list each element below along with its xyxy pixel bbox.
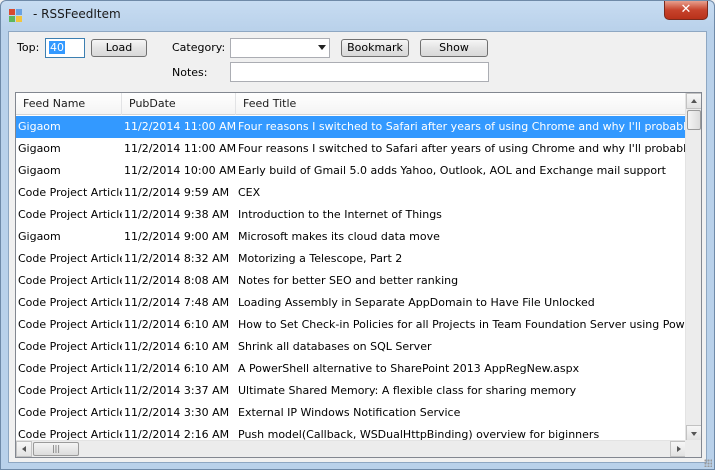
table-row[interactable]: Gigaom 11/2/2014 11:00 AM Four reasons I s… (16, 116, 686, 138)
pubdate-cell: 11/2/2014 6:10 AM (124, 318, 230, 331)
table-row[interactable]: Gigaom 11/2/2014 10:00 AM Early build of G… (16, 160, 686, 182)
pubdate-cell: 11/2/2014 8:08 AM (124, 274, 230, 287)
column-header-feed-name[interactable]: Feed Name (16, 93, 122, 115)
bookmark-button[interactable]: Bookmark (341, 39, 409, 57)
feed-title-cell: Microsoft makes its cloud data move (238, 230, 440, 243)
table-row[interactable]: Code Project Articles 11/2/2014 9:38 AM In… (16, 204, 686, 226)
category-combobox[interactable] (230, 38, 330, 58)
application-window: - RSSFeedItem ✕ Top: 40 Load Category: B… (0, 0, 715, 470)
feed-name-cell: Gigaom (18, 120, 61, 133)
pubdate-cell: 11/2/2014 6:10 AM (124, 362, 230, 375)
resize-grip-icon[interactable] (704, 459, 712, 467)
pubdate-cell: 11/2/2014 9:59 AM (124, 186, 230, 199)
app-icon (9, 9, 23, 23)
feed-name-cell: Code Project Articles (18, 384, 122, 397)
top-input[interactable]: 40 (45, 38, 85, 58)
table-row[interactable]: Code Project Articles 11/2/2014 6:10 AM Ho… (16, 314, 686, 336)
feed-name-cell: Gigaom (18, 230, 61, 243)
pubdate-cell: 11/2/2014 9:00 AM (124, 230, 230, 243)
feed-title-cell: Ultimate Shared Memory: A flexible class… (238, 384, 577, 397)
feed-name-cell: Code Project Articles (18, 274, 122, 287)
table-row[interactable]: Code Project Articles 11/2/2014 8:08 AM No… (16, 270, 686, 292)
feed-title-cell: Notes for better SEO and better ranking (238, 274, 459, 287)
feed-name-cell: Gigaom (18, 164, 61, 177)
pubdate-cell: 11/2/2014 10:00 AM (124, 164, 236, 177)
list-header: Feed Name PubDate Feed Title (16, 93, 686, 115)
close-icon: ✕ (680, 2, 692, 17)
feed-title-cell: Four reasons I switched to Safari after … (238, 142, 686, 155)
column-header-feed-title[interactable]: Feed Title (236, 93, 686, 115)
arrow-left-icon (22, 446, 26, 452)
scrollbar-corner (685, 440, 701, 457)
pubdate-cell: 11/2/2014 11:00 AM (124, 142, 236, 155)
scroll-down-button[interactable] (686, 425, 701, 441)
scroll-up-button[interactable] (686, 93, 701, 109)
feed-title-cell: CEX (238, 186, 261, 199)
arrow-up-icon (691, 99, 697, 103)
table-row[interactable]: Code Project Articles 11/2/2014 6:10 AM A … (16, 358, 686, 380)
pubdate-cell: 11/2/2014 8:32 AM (124, 252, 230, 265)
horizontal-scroll-thumb[interactable]: ||| (33, 442, 79, 456)
feed-title-cell: External IP Windows Notification Service (238, 406, 461, 419)
pubdate-cell: 11/2/2014 3:37 AM (124, 384, 230, 397)
table-row[interactable]: Code Project Articles 11/2/2014 6:10 AM Sh… (16, 336, 686, 358)
feed-title-cell: Loading Assembly in Separate AppDomain t… (238, 296, 595, 309)
notes-label: Notes: (172, 66, 208, 79)
table-row[interactable]: Gigaom 11/2/2014 9:00 AM Microsoft makes i… (16, 226, 686, 248)
pubdate-cell: 11/2/2014 6:10 AM (124, 340, 230, 353)
table-row[interactable]: Code Project Articles 11/2/2014 8:32 AM Mo… (16, 248, 686, 270)
title-bar[interactable]: - RSSFeedItem ✕ (1, 1, 714, 31)
arrow-right-icon (677, 446, 681, 452)
feed-title-cell: A PowerShell alternative to SharePoint 2… (238, 362, 580, 375)
close-button[interactable]: ✕ (664, 1, 708, 20)
feed-name-cell: Code Project Articles (18, 186, 122, 199)
list-rows: Gigaom 11/2/2014 11:00 AM Four reasons I s… (16, 116, 686, 446)
feed-title-cell: Four reasons I switched to Safari after … (238, 120, 686, 133)
horizontal-scrollbar[interactable]: ||| (16, 440, 686, 457)
notes-input[interactable] (230, 62, 489, 82)
feed-title-cell: Early build of Gmail 5.0 adds Yahoo, Out… (238, 164, 666, 177)
feed-name-cell: Code Project Articles (18, 252, 122, 265)
table-row[interactable]: Code Project Articles 11/2/2014 3:30 AM Ex… (16, 402, 686, 424)
form-client-area: Top: 40 Load Category: Bookmark Show Not… (8, 31, 707, 463)
load-button[interactable]: Load (91, 39, 147, 57)
feed-name-cell: Gigaom (18, 142, 61, 155)
table-row[interactable]: Code Project Articles 11/2/2014 7:48 AM Lo… (16, 292, 686, 314)
column-header-pubdate[interactable]: PubDate (122, 93, 236, 115)
category-label: Category: (172, 41, 226, 54)
feed-name-cell: Code Project Articles (18, 208, 122, 221)
show-button[interactable]: Show (420, 39, 488, 57)
feed-title-cell: Motorizing a Telescope, Part 2 (238, 252, 403, 265)
feed-title-cell: How to Set Check-in Policies for all Pro… (238, 318, 686, 331)
vertical-scrollbar[interactable] (685, 93, 701, 441)
table-row[interactable]: Code Project Articles 11/2/2014 9:59 AM CE… (16, 182, 686, 204)
table-row[interactable]: Code Project Articles 11/2/2014 3:37 AM Ul… (16, 380, 686, 402)
feed-list-view[interactable]: Feed Name PubDate Feed Title Gigaom 11/2/… (15, 92, 702, 458)
scroll-right-button[interactable] (670, 441, 686, 457)
scroll-left-button[interactable] (16, 441, 32, 457)
feed-name-cell: Code Project Articles (18, 340, 122, 353)
table-row[interactable]: Gigaom 11/2/2014 11:00 AM Four reasons I s… (16, 138, 686, 160)
top-input-value: 40 (49, 41, 65, 54)
arrow-down-icon (691, 432, 697, 436)
window-title: - RSSFeedItem (33, 7, 121, 21)
pubdate-cell: 11/2/2014 3:30 AM (124, 406, 230, 419)
pubdate-cell: 11/2/2014 7:48 AM (124, 296, 230, 309)
top-label: Top: (17, 41, 40, 54)
feed-title-cell: Introduction to the Internet of Things (238, 208, 442, 221)
pubdate-cell: 11/2/2014 9:38 AM (124, 208, 230, 221)
chevron-down-icon (318, 45, 326, 50)
feed-name-cell: Code Project Articles (18, 406, 122, 419)
pubdate-cell: 11/2/2014 11:00 AM (124, 120, 236, 133)
feed-title-cell: Shrink all databases on SQL Server (238, 340, 432, 353)
vertical-scroll-thumb[interactable] (687, 110, 701, 130)
feed-name-cell: Code Project Articles (18, 362, 122, 375)
feed-name-cell: Code Project Articles (18, 318, 122, 331)
feed-name-cell: Code Project Articles (18, 296, 122, 309)
